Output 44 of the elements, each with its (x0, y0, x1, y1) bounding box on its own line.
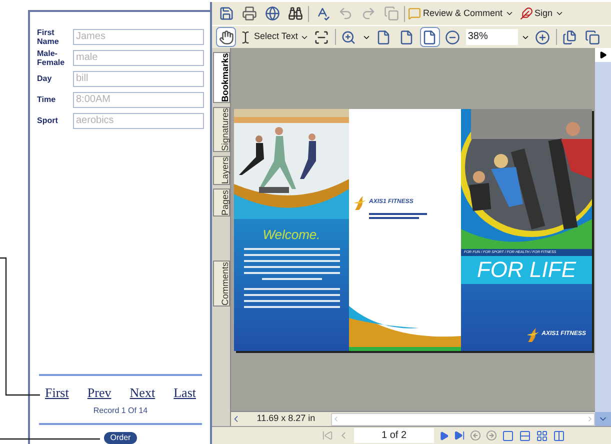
nav-link[interactable]: First (45, 382, 69, 402)
field-label: Sport (37, 116, 59, 125)
field-label: Day (37, 74, 53, 83)
side-tab[interactable]: Pages (212, 189, 230, 217)
expand-arrow-icon[interactable] (599, 51, 607, 59)
nav-link[interactable]: Next (130, 382, 156, 402)
comment-icon (408, 7, 421, 20)
swirl-logo-icon (526, 326, 540, 342)
field-label: Male-Female (37, 48, 66, 66)
text-lines-drawing (369, 212, 429, 220)
hand-tool-icon[interactable] (216, 27, 236, 47)
welcome-heading: Welcome. (262, 226, 322, 244)
facing-icon (536, 430, 548, 442)
side-tab[interactable]: Bookmarks (212, 52, 230, 104)
swirl-logo-icon (353, 194, 367, 210)
next-page-icon (439, 430, 449, 440)
caret-icon (504, 9, 514, 18)
side-tab[interactable]: Signatures (212, 107, 230, 152)
sign-button[interactable]: Sign (520, 6, 564, 20)
forward-icon (486, 430, 497, 441)
pen-icon (520, 7, 533, 20)
side-tab[interactable]: Comments (212, 260, 230, 306)
last-page-icon (454, 430, 465, 441)
side-tab[interactable]: Layers (212, 156, 230, 186)
zoom-field[interactable]: 38% (466, 29, 518, 45)
order-button[interactable]: Order (104, 432, 137, 444)
nav-link[interactable]: Last (174, 382, 196, 402)
page-icon[interactable] (420, 27, 440, 47)
page-size: 11.69 x 8.27 in (256, 412, 316, 426)
field-label: Time (37, 95, 57, 104)
first-page-icon (322, 430, 333, 441)
vertical-scrollbar[interactable] (595, 48, 611, 426)
headline: FOR LIFE (461, 256, 592, 284)
select-text-button[interactable]: Select Text (239, 30, 309, 44)
page-field[interactable]: 1 of 2 (354, 428, 434, 443)
review-comment-button[interactable]: Review & Comment (408, 6, 514, 20)
two-page-icon (553, 430, 565, 442)
continuous-icon (519, 430, 531, 442)
nav-link[interactable]: Prev (87, 382, 112, 402)
record-counter: Record 1 Of 14 (92, 405, 149, 417)
caret-icon (554, 9, 564, 18)
field-label: First Name (37, 28, 60, 46)
single-page-icon (502, 430, 514, 442)
back-icon (470, 430, 481, 441)
